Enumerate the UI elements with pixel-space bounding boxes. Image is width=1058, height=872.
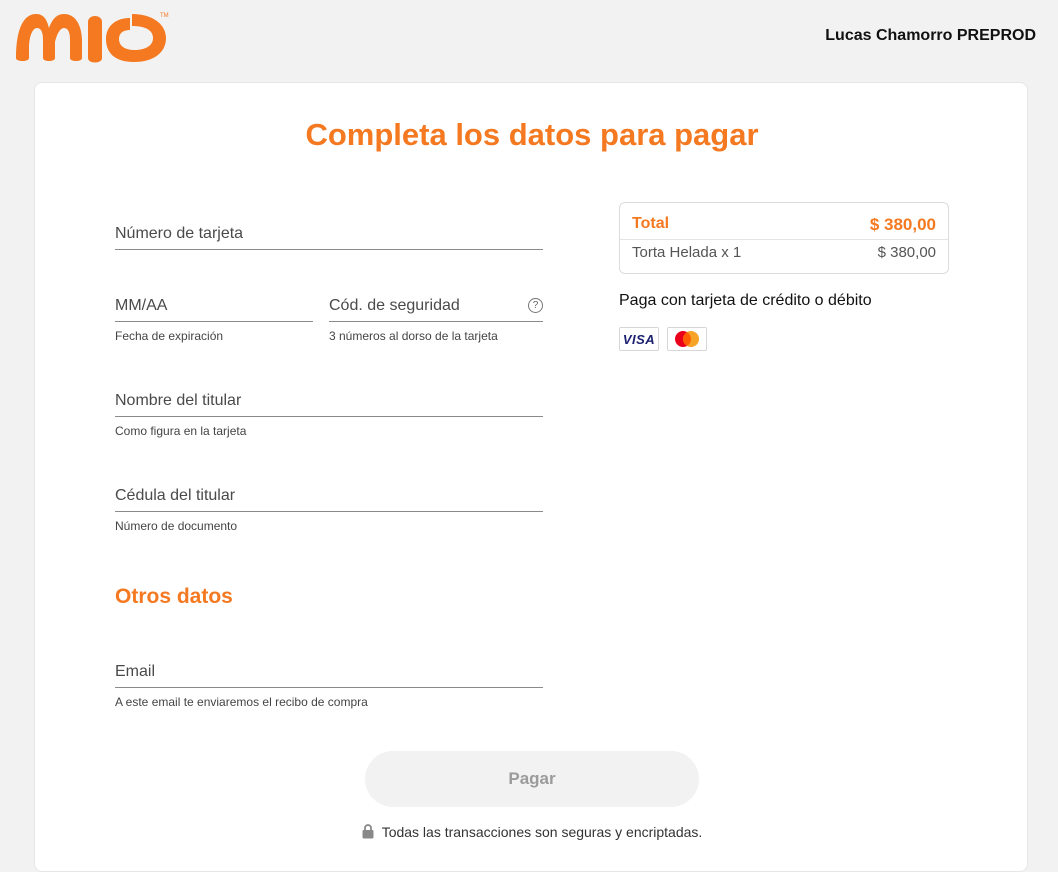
summary-divider — [620, 239, 948, 240]
secure-note: Todas las transacciones son seguras y en… — [35, 824, 1029, 840]
holder-name-hint: Como figura en la tarjeta — [115, 424, 247, 438]
help-icon[interactable]: ? — [528, 298, 543, 313]
payment-card: Completa los datos para pagar Fecha de e… — [34, 82, 1028, 872]
mio-logo[interactable]: TM — [14, 8, 170, 66]
email-field: A este email te enviaremos el recibo de … — [115, 663, 543, 709]
lock-icon — [362, 824, 374, 839]
total-label: Total — [632, 215, 670, 232]
expiry-input[interactable] — [115, 297, 313, 322]
holder-name-input[interactable] — [115, 392, 543, 417]
expiry-field: Fecha de expiración — [115, 297, 313, 343]
pay-button[interactable]: Pagar — [365, 751, 699, 807]
holder-id-input[interactable] — [115, 487, 543, 512]
summary-total-row: Total $ 380,00 — [632, 215, 936, 235]
visa-text: VISA — [622, 332, 656, 347]
card-number-field — [115, 225, 543, 250]
order-summary: Total $ 380,00 Torta Helada x 1 $ 380,00 — [619, 202, 949, 274]
mastercard-icon — [667, 327, 707, 351]
cvv-field: ? 3 números al dorso de la tarjeta — [329, 297, 543, 343]
cvv-input[interactable] — [329, 297, 543, 322]
user-name[interactable]: Lucas Chamorro PREPROD — [825, 27, 1036, 45]
svg-text:TM: TM — [160, 13, 169, 19]
header: TM Lucas Chamorro PREPROD — [0, 0, 1058, 80]
email-hint: A este email te enviaremos el recibo de … — [115, 695, 368, 709]
item-amount: $ 380,00 — [877, 244, 936, 261]
mastercard-logo — [675, 331, 699, 347]
summary-item-row: Torta Helada x 1 $ 380,00 — [632, 244, 936, 261]
visa-icon: VISA — [619, 327, 659, 351]
other-data-title: Otros datos — [115, 585, 233, 608]
holder-id-field: Número de documento — [115, 487, 543, 533]
holder-id-hint: Número de documento — [115, 519, 238, 533]
cvv-hint: 3 números al dorso de la tarjeta — [329, 329, 498, 343]
total-amount: $ 380,00 — [869, 215, 936, 234]
email-input[interactable] — [115, 663, 543, 688]
payment-methods-note: Paga con tarjeta de crédito o débito — [619, 292, 872, 309]
card-number-input[interactable] — [115, 225, 543, 250]
item-label: Torta Helada x 1 — [632, 244, 742, 261]
expiry-hint: Fecha de expiración — [115, 329, 224, 343]
page-title: Completa los datos para pagar — [305, 117, 759, 152]
holder-name-field: Como figura en la tarjeta — [115, 392, 543, 438]
secure-note-text: Todas las transacciones son seguras y en… — [381, 824, 703, 840]
